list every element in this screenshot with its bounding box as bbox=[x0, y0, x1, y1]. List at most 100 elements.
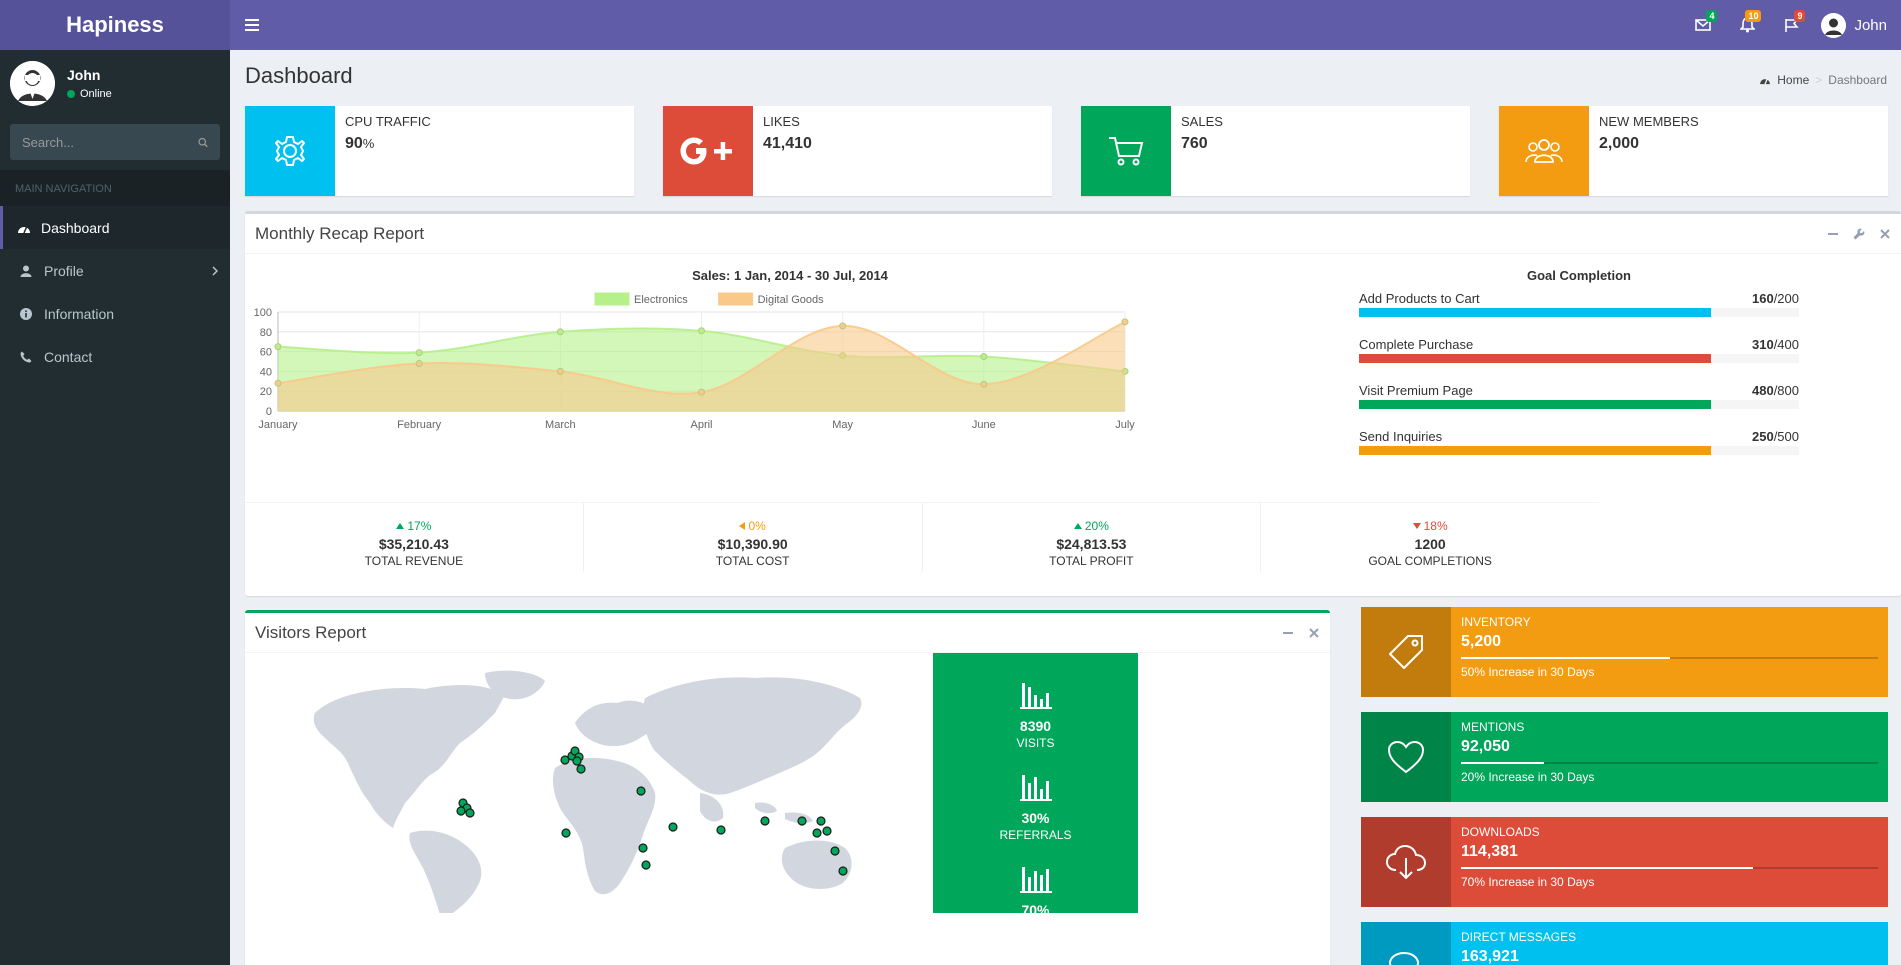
data-point bbox=[698, 327, 705, 335]
close-button[interactable] bbox=[1879, 228, 1891, 240]
goal-title: Goal Completion bbox=[1527, 268, 1631, 283]
bar-chart-icon bbox=[1019, 775, 1052, 801]
user-icon bbox=[20, 265, 32, 277]
goal-label: Visit Premium Page bbox=[1359, 383, 1473, 398]
caret-left-icon bbox=[739, 522, 746, 530]
color-info-box-mentions: MENTIONS 92,050 20% Increase in 30 Days bbox=[1361, 712, 1888, 802]
sales-chart-area: Sales: 1 Jan, 2014 - 30 Jul, 2014 0 20 40 6… bbox=[245, 254, 1335, 494]
stat-label: GOAL COMPLETIONS bbox=[1368, 554, 1492, 568]
messages-menu[interactable]: 4 bbox=[1681, 0, 1725, 50]
collapse-button[interactable] bbox=[1827, 228, 1839, 240]
goal-progress bbox=[1359, 308, 1799, 317]
sidebar-item-dashboard[interactable]: Dashboard bbox=[0, 206, 230, 249]
messages-badge: 4 bbox=[1706, 10, 1718, 22]
goal-value: 160/200 bbox=[1751, 291, 1799, 306]
stat-percent: 17% bbox=[245, 519, 583, 533]
flags-menu[interactable]: 9 bbox=[1769, 0, 1813, 50]
world-map[interactable] bbox=[245, 653, 933, 913]
goal-progress bbox=[1359, 400, 1799, 409]
info-box-new-members: NEW MEMBERS 2,000 bbox=[1499, 106, 1888, 196]
goal-completion: Goal Completion Add Products to Cart 160/… bbox=[1359, 254, 1799, 475]
color-box-description: 50% Increase in 30 Days bbox=[1461, 665, 1595, 679]
sidebar-item-contact[interactable]: Contact bbox=[0, 335, 230, 378]
sidebar-item-label: Information bbox=[44, 305, 115, 322]
data-point bbox=[980, 353, 988, 361]
close-icon bbox=[1309, 627, 1319, 638]
tag-icon bbox=[1389, 635, 1423, 669]
y-tick-label: 100 bbox=[254, 307, 272, 319]
search-input[interactable] bbox=[22, 134, 198, 150]
recap-stat: 0% $10,390.90 TOTAL COST bbox=[584, 503, 923, 572]
info-box-sales: SALES 760 bbox=[1081, 106, 1470, 196]
recap-stat: 17% $35,210.43 TOTAL REVENUE bbox=[245, 503, 584, 572]
close-button[interactable] bbox=[1308, 627, 1320, 639]
color-box-description: 20% Increase in 30 Days bbox=[1461, 770, 1595, 784]
sidebar-user-name: John bbox=[67, 66, 101, 83]
x-tick-label: May bbox=[832, 419, 853, 431]
info-box-number: 760 bbox=[1181, 135, 1208, 152]
goal-label: Send Inquiries bbox=[1359, 429, 1443, 444]
color-info-box-inventory: INVENTORY 5,200 50% Increase in 30 Days bbox=[1361, 607, 1888, 697]
x-tick-label: June bbox=[972, 419, 996, 431]
settings-button[interactable] bbox=[1853, 228, 1865, 240]
tag-icon-wrap bbox=[1361, 607, 1451, 697]
data-point bbox=[556, 367, 564, 375]
sidebar-toggle[interactable] bbox=[242, 15, 262, 35]
user-menu[interactable]: John bbox=[1821, 12, 1887, 38]
page-title: Dashboard bbox=[245, 63, 353, 88]
goal-label: Add Products to Cart bbox=[1359, 291, 1480, 306]
status-text: Online bbox=[80, 87, 112, 100]
info-box-number: 2,000 bbox=[1599, 135, 1640, 152]
caret-up-icon bbox=[396, 523, 405, 529]
sidebar-item-profile[interactable]: Profile bbox=[0, 249, 230, 292]
breadcrumb-home[interactable]: Home bbox=[1777, 73, 1809, 87]
goal-item: Send Inquiries 250/500 bbox=[1359, 429, 1799, 455]
color-box-number: 5,200 bbox=[1461, 633, 1502, 650]
goal-progress-bar bbox=[1359, 308, 1711, 317]
sidebar-item-information[interactable]: Information bbox=[0, 292, 230, 335]
x-tick-label: March bbox=[545, 419, 576, 431]
bar-chart-icon bbox=[1019, 683, 1052, 709]
color-box-number: 92,050 bbox=[1461, 738, 1510, 755]
stat-label: TOTAL REVENUE bbox=[364, 554, 464, 568]
y-tick-label: 20 bbox=[260, 386, 272, 398]
goal-progress-bar bbox=[1359, 446, 1711, 455]
heart-icon bbox=[1387, 740, 1425, 774]
x-tick-label: January bbox=[258, 419, 298, 431]
color-box-number: 163,921 bbox=[1461, 948, 1519, 965]
legend-swatch bbox=[718, 292, 754, 306]
avatar-icon bbox=[10, 60, 55, 106]
legend-label: Electronics bbox=[634, 294, 688, 306]
content-wrapper: Dashboard Home > Dashboard CPU TRAFFIC 9… bbox=[230, 50, 1901, 965]
y-tick-label: 80 bbox=[260, 327, 272, 339]
users-icon bbox=[1499, 106, 1589, 196]
caret-up-icon bbox=[1073, 523, 1082, 529]
visitor-stat: 8390 VISITS bbox=[933, 681, 1138, 750]
bar-chart-icon bbox=[1019, 867, 1052, 893]
y-tick-label: 60 bbox=[260, 347, 272, 359]
info-box-label: CPU TRAFFIC bbox=[345, 114, 431, 129]
goal-value: 250/500 bbox=[1751, 429, 1799, 444]
color-info-box-downloads: DOWNLOADS 114,381 70% Increase in 30 Days bbox=[1361, 817, 1888, 907]
app-logo[interactable]: Hapiness bbox=[0, 0, 230, 50]
phone-icon bbox=[20, 351, 32, 362]
collapse-button[interactable] bbox=[1282, 627, 1294, 639]
stat-amount: $10,390.90 bbox=[717, 536, 788, 552]
heart-icon-wrap bbox=[1361, 712, 1451, 802]
wrench-icon bbox=[1853, 228, 1865, 239]
x-tick-label: February bbox=[397, 419, 442, 431]
visitor-stat-value: 70% bbox=[1021, 902, 1050, 918]
recap-footer-stats: 17% $35,210.43 TOTAL REVENUE 0% $10,390.90 TO… bbox=[245, 502, 1599, 572]
sales-area-chart: 0 20 40 60 80 100 January February March April May… bbox=[254, 292, 1135, 431]
notifications-menu[interactable]: 10 bbox=[1725, 0, 1769, 50]
user-avatar-small bbox=[1821, 12, 1847, 38]
stat-label: TOTAL COST bbox=[715, 554, 790, 568]
goal-progress bbox=[1359, 446, 1799, 455]
avatar-icon bbox=[1821, 12, 1847, 38]
search-icon[interactable] bbox=[198, 136, 208, 149]
goal-progress-bar bbox=[1359, 354, 1711, 363]
goal-item: Complete Purchase 310/400 bbox=[1359, 337, 1799, 363]
cloud-download-icon bbox=[1385, 844, 1427, 880]
visitor-stat-value: 8390 bbox=[1019, 718, 1052, 734]
color-info-box-direct-messages: DIRECT MESSAGES 163,921 bbox=[1361, 922, 1888, 965]
